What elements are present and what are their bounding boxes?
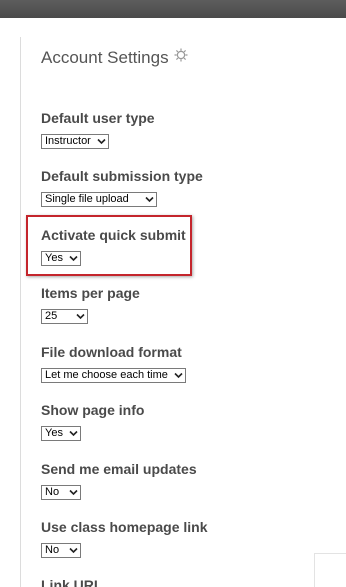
items-per-page-select[interactable]: 25 — [41, 309, 88, 324]
setting-link-url: Link URL — [41, 577, 102, 587]
setting-send-email-updates: Send me email updates No — [41, 461, 197, 500]
setting-label: File download format — [41, 344, 182, 360]
settings-header: Account Settings — [41, 48, 189, 68]
setting-label: Default submission type — [41, 168, 203, 184]
select-value: No — [45, 544, 60, 556]
chevron-down-icon — [69, 489, 78, 496]
default-user-type-select[interactable]: Instructor — [41, 134, 109, 149]
setting-use-class-homepage-link: Use class homepage link No — [41, 519, 208, 558]
setting-items-per-page: Items per page 25 — [41, 285, 140, 324]
file-download-format-select[interactable]: Let me choose each time — [41, 368, 186, 383]
select-value: Let me choose each time — [45, 369, 168, 381]
chevron-down-icon — [76, 313, 85, 320]
show-page-info-select[interactable]: Yes — [41, 426, 81, 441]
setting-label: Items per page — [41, 285, 140, 301]
page: Account Settings Default user type Instr… — [0, 0, 346, 587]
setting-label: Use class homepage link — [41, 519, 208, 535]
select-value: 25 — [45, 310, 58, 322]
gear-icon[interactable] — [173, 47, 189, 63]
setting-file-download-format: File download format Let me choose each … — [41, 344, 186, 383]
chevron-down-icon — [174, 372, 183, 379]
chevron-down-icon — [69, 255, 78, 262]
setting-label: Link URL — [41, 577, 103, 587]
setting-label: Default user type — [41, 110, 155, 126]
page-title: Account Settings — [41, 48, 169, 67]
setting-activate-quick-submit: Activate quick submit Yes — [41, 227, 186, 266]
setting-show-page-info: Show page info Yes — [41, 402, 144, 441]
activate-quick-submit-select[interactable]: Yes — [41, 251, 81, 266]
chevron-down-icon — [69, 547, 78, 554]
select-value: Yes — [45, 427, 63, 439]
chevron-down-icon — [69, 430, 78, 437]
select-value: Instructor — [45, 135, 91, 147]
select-value: Single file upload — [45, 193, 129, 205]
setting-default-submission-type: Default submission type Single file uplo… — [41, 168, 203, 207]
use-class-homepage-link-select[interactable]: No — [41, 543, 81, 558]
setting-default-user-type: Default user type Instructor — [41, 110, 155, 149]
panel-divider — [20, 37, 21, 587]
select-value: No — [45, 486, 60, 498]
setting-label: Activate quick submit — [41, 227, 186, 243]
select-value: Yes — [45, 252, 63, 264]
chevron-down-icon — [145, 196, 154, 203]
default-submission-type-select[interactable]: Single file upload — [41, 192, 157, 207]
top-bar — [0, 0, 346, 18]
floating-panel-corner — [314, 553, 346, 587]
send-email-updates-select[interactable]: No — [41, 485, 81, 500]
chevron-down-icon — [97, 138, 106, 145]
setting-label: Show page info — [41, 402, 145, 418]
setting-label: Send me email updates — [41, 461, 197, 477]
